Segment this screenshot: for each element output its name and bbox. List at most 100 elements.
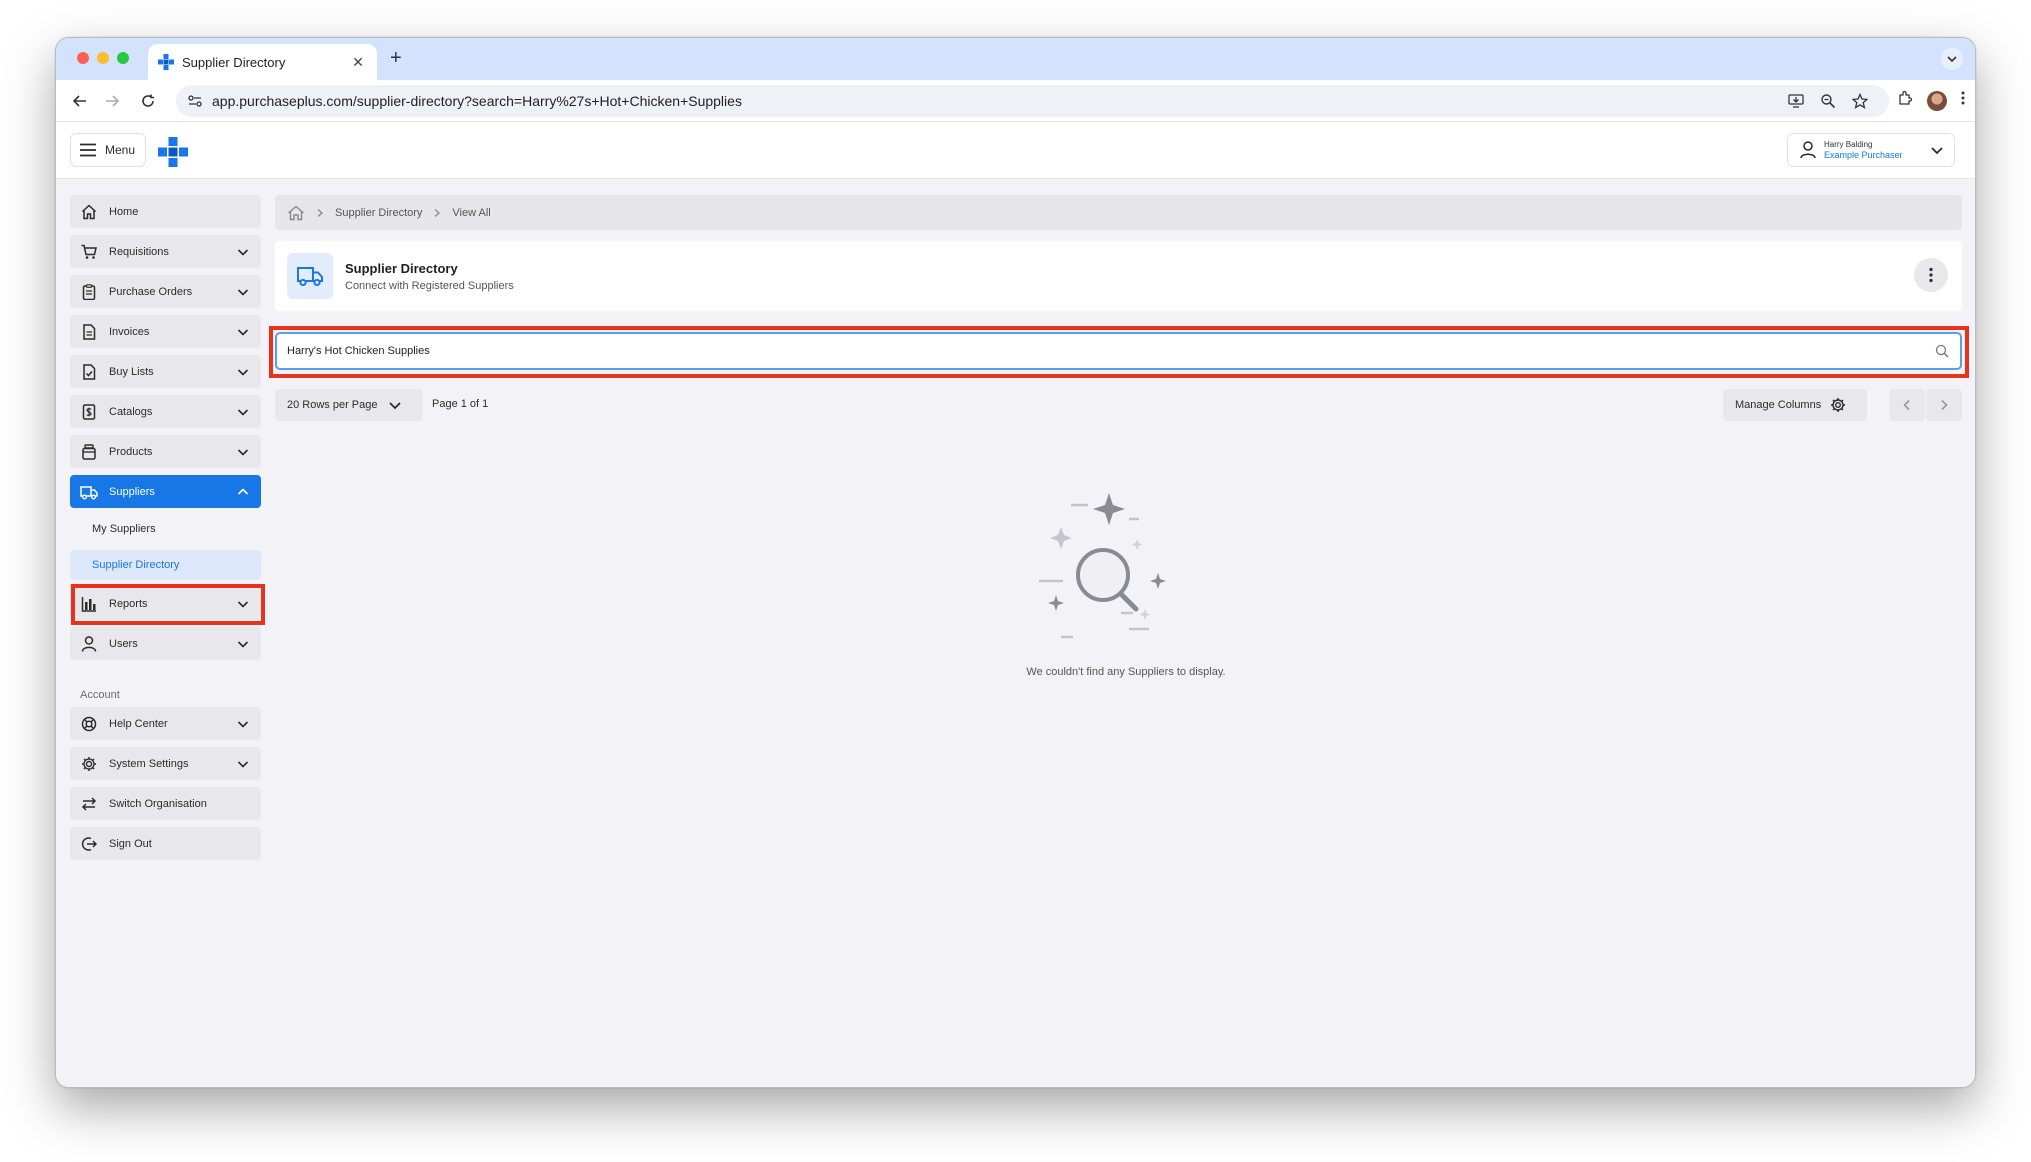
chevron-down-icon <box>1931 147 1943 155</box>
new-tab-button[interactable]: + <box>390 47 402 70</box>
breadcrumb-supplier-directory[interactable]: Supplier Directory <box>335 207 422 219</box>
sidebar-item-system-settings[interactable]: System Settings <box>70 747 261 780</box>
home-icon[interactable] <box>287 205 305 221</box>
sidebar-item-catalogs[interactable]: Catalogs <box>70 395 261 428</box>
user-icon <box>1800 141 1816 159</box>
chevron-down-icon <box>388 398 402 412</box>
sidebar-item-home[interactable]: Home <box>70 195 261 228</box>
empty-search-illustration-icon <box>1039 493 1166 639</box>
empty-state-message: We couldn't find any Suppliers to displa… <box>1026 666 1226 678</box>
sidebar-item-help-center[interactable]: Help Center <box>70 707 261 740</box>
minimize-window-button[interactable] <box>97 52 109 64</box>
sidebar-item-label: Help Center <box>109 717 168 730</box>
sidebar-item-buy-lists[interactable]: Buy Lists <box>70 355 261 388</box>
sidebar-subitem-supplier-directory[interactable]: Supplier Directory <box>70 550 261 580</box>
page-title: Supplier Directory <box>345 260 458 276</box>
rows-per-page-select[interactable]: 20 Rows per Page <box>275 389 423 421</box>
breadcrumb-view-all: View All <box>452 206 491 219</box>
previous-page-button[interactable] <box>1889 389 1925 421</box>
checklist-icon <box>80 363 98 381</box>
manage-columns-button[interactable]: Manage Columns <box>1723 389 1867 421</box>
browser-menu-icon[interactable] <box>1961 90 1965 111</box>
zoom-icon[interactable] <box>1819 92 1837 110</box>
rows-per-page-label: 20 Rows per Page <box>287 399 378 411</box>
sidebar-item-switch-organisation[interactable]: Switch Organisation <box>70 787 261 820</box>
sidebar-item-invoices[interactable]: Invoices <box>70 315 261 348</box>
home-icon <box>80 203 98 221</box>
profile-avatar[interactable] <box>1927 90 1947 111</box>
close-tab-icon[interactable]: ✕ <box>349 54 367 71</box>
gear-icon <box>1829 396 1847 414</box>
page-header-card: Supplier Directory Connect with Register… <box>275 241 1962 311</box>
address-bar[interactable]: app.purchaseplus.com/supplier-directory?… <box>176 85 1889 117</box>
chevron-down-icon <box>236 245 250 259</box>
sidebar-item-purchase-orders[interactable]: Purchase Orders <box>70 275 261 308</box>
site-settings-icon[interactable] <box>188 94 202 108</box>
app-container: Menu Harry Balding Example Purchaser Hom… <box>56 123 1975 1087</box>
sidebar-item-users[interactable]: Users <box>70 627 261 660</box>
page-info: Page 1 of 1 <box>432 398 489 410</box>
more-options-button[interactable] <box>1914 258 1948 292</box>
search-input[interactable] <box>287 345 1934 357</box>
search-icon[interactable] <box>1934 343 1950 359</box>
arrow-left-icon <box>73 95 86 107</box>
annotation-highlight-sidebar <box>71 584 265 625</box>
user-role: Example Purchaser <box>1824 150 1903 160</box>
user-menu[interactable]: Harry Balding Example Purchaser <box>1787 133 1955 167</box>
reload-button[interactable] <box>138 91 158 111</box>
forward-button[interactable] <box>102 91 122 111</box>
sidebar-item-products[interactable]: Products <box>70 435 261 468</box>
dollar-doc-icon <box>80 403 98 421</box>
chevron-right-icon <box>317 208 323 217</box>
bookmark-star-icon[interactable] <box>1851 92 1869 110</box>
install-app-icon[interactable] <box>1787 92 1805 110</box>
sidebar-subitem-my-suppliers[interactable]: My Suppliers <box>70 514 261 544</box>
arrow-right-icon <box>106 95 119 107</box>
menu-button[interactable]: Menu <box>70 133 146 167</box>
user-name: Harry Balding <box>1824 140 1873 149</box>
sidebar-item-label: Suppliers <box>109 485 155 498</box>
sidebar-item-label: Requisitions <box>109 245 169 258</box>
page-subtitle: Connect with Registered Suppliers <box>345 279 514 292</box>
url-text[interactable]: app.purchaseplus.com/supplier-directory?… <box>212 93 742 109</box>
truck-icon <box>80 483 98 501</box>
close-window-button[interactable] <box>77 52 89 64</box>
sidebar-item-label: Buy Lists <box>109 365 154 378</box>
sidebar-item-label: Invoices <box>109 325 150 338</box>
tab-title: Supplier Directory <box>182 54 286 70</box>
maximize-window-button[interactable] <box>117 52 129 64</box>
truck-icon <box>287 253 333 299</box>
kebab-icon <box>1929 267 1933 283</box>
back-button[interactable] <box>70 91 90 111</box>
manage-columns-label: Manage Columns <box>1735 399 1822 411</box>
sidebar-item-label: Purchase Orders <box>109 285 193 298</box>
document-icon <box>80 323 98 341</box>
chevron-down-icon <box>236 637 250 651</box>
purchaseplus-logo[interactable] <box>158 137 188 167</box>
sidebar-item-sign-out[interactable]: Sign Out <box>70 827 261 860</box>
jar-icon <box>80 443 98 461</box>
sign-out-icon <box>80 835 98 853</box>
sidebar-item-requisitions[interactable]: Requisitions <box>70 235 261 268</box>
browser-tab-bar: Supplier Directory ✕ + <box>56 38 1975 80</box>
chevron-down-icon <box>236 365 250 379</box>
browser-tab[interactable]: Supplier Directory ✕ <box>148 44 377 80</box>
sidebar-item-suppliers[interactable]: Suppliers <box>70 475 261 508</box>
lifebuoy-icon <box>80 715 98 733</box>
chevron-down-icon <box>236 445 250 459</box>
chevron-left-icon <box>1903 399 1910 411</box>
purchaseplus-favicon-icon <box>158 54 174 70</box>
chevron-down-icon <box>236 325 250 339</box>
tab-search-button[interactable] <box>1941 48 1963 70</box>
next-page-button[interactable] <box>1926 389 1962 421</box>
chevron-up-icon <box>236 485 250 499</box>
app-header: Menu Harry Balding Example Purchaser <box>56 123 1975 179</box>
menu-label: Menu <box>105 143 136 157</box>
chevron-right-icon <box>434 208 441 217</box>
account-section-label: Account <box>80 689 120 701</box>
chevron-down-icon <box>236 717 250 731</box>
sidebar-item-label: Home <box>109 205 139 218</box>
extensions-icon[interactable] <box>1897 90 1913 111</box>
sidebar-item-label: Sign Out <box>109 837 152 850</box>
gear-icon <box>80 755 98 773</box>
